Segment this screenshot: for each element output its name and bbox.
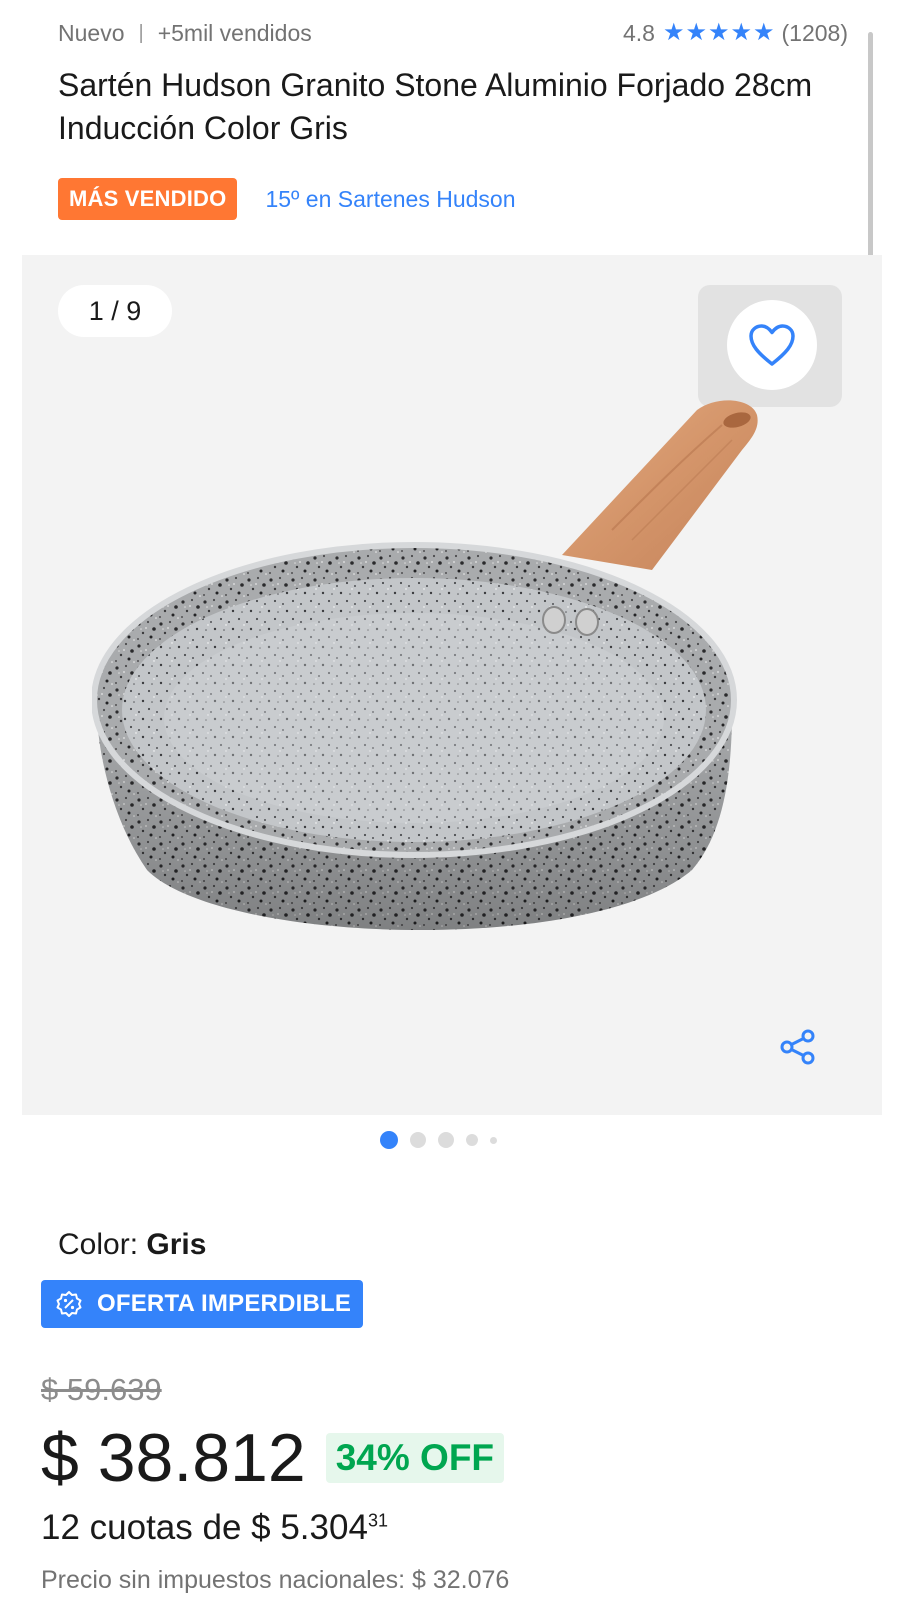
share-icon (780, 1029, 815, 1065)
pagination-dot[interactable] (410, 1132, 426, 1148)
star-icon: ★ (685, 19, 707, 46)
favorite-button[interactable] (727, 300, 817, 390)
deal-badge: OFERTA IMPERDIBLE (41, 1280, 364, 1328)
star-icon: ★ (730, 19, 752, 46)
tax-note: Precio sin impuestos nacionales: $ 32.07… (41, 1566, 510, 1594)
rating-stars: ★ ★ ★ ★ ★ (663, 21, 776, 45)
color-label: Color: (58, 1228, 147, 1261)
current-price: $ 38.812 (41, 1420, 306, 1496)
review-count: (1208) (781, 19, 848, 46)
price-row: $ 38.812 34% OFF (41, 1418, 505, 1498)
pagination-dot[interactable] (466, 1134, 478, 1146)
star-icon: ★ (707, 19, 730, 46)
image-counter: 1 / 9 (58, 285, 172, 337)
deal-label: OFERTA IMPERDIBLE (97, 1290, 352, 1317)
rating-summary[interactable]: 4.8 ★ ★ ★ ★ ★ (1208) (623, 20, 848, 47)
product-meta: Nuevo | +5mil vendidos 4.8 ★ ★ ★ ★ ★ (12… (58, 18, 848, 48)
star-icon: ★ (753, 19, 775, 46)
discount-badge: 34% OFF (325, 1433, 505, 1483)
gallery-pagination[interactable] (380, 1131, 509, 1149)
scrollbar[interactable] (868, 32, 873, 287)
condition-label: Nuevo (58, 19, 125, 46)
product-title: Sartén Hudson Granito Stone Aluminio For… (58, 67, 813, 146)
star-icon: ★ (662, 19, 685, 46)
installments-info[interactable]: 12 cuotas de $ 5.30431 (41, 1508, 388, 1548)
color-selector[interactable]: Color: Gris (58, 1228, 206, 1262)
best-seller-badge: MÁS VENDIDO (58, 178, 238, 220)
share-button[interactable] (774, 1023, 822, 1071)
original-price: $ 59.639 (41, 1372, 162, 1407)
rating-value: 4.8 (622, 19, 655, 46)
discount-seal-icon (56, 1291, 82, 1317)
pagination-dot[interactable] (490, 1136, 497, 1144)
installments-text: 12 cuotas de $ 5.304 (41, 1508, 368, 1547)
meta-separator: | (138, 21, 144, 44)
installments-cents: 31 (367, 1510, 388, 1531)
sold-count: +5mil vendidos (157, 19, 312, 46)
favorite-area (698, 285, 842, 407)
pagination-dot[interactable] (380, 1131, 398, 1149)
pagination-dot[interactable] (438, 1132, 454, 1148)
image-gallery[interactable]: 1 / 9 (22, 255, 882, 1115)
sales-info: Nuevo | +5mil vendidos (58, 20, 312, 47)
color-value: Gris (146, 1228, 207, 1261)
category-rank-link[interactable]: 15º en Sartenes Hudson (265, 186, 515, 213)
product-image (92, 400, 758, 931)
badge-row: MÁS VENDIDO 15º en Sartenes Hudson (58, 178, 516, 220)
heart-icon (749, 324, 795, 366)
